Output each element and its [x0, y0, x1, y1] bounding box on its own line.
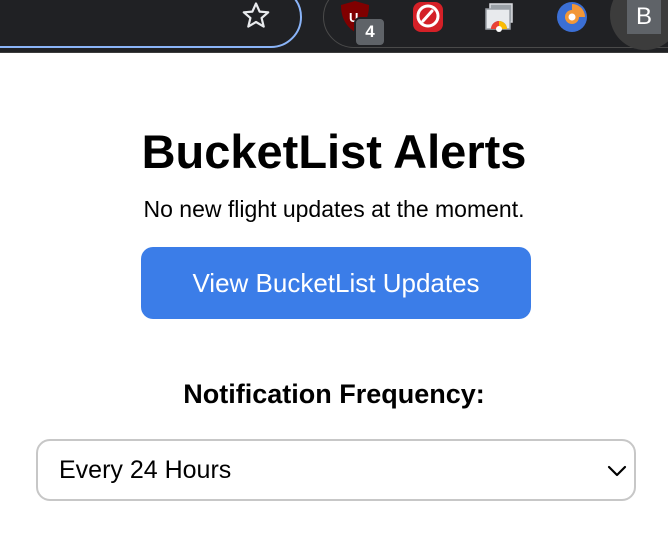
popup-title: BucketList Alerts: [141, 125, 527, 178]
bookmark-star-icon[interactable]: [240, 0, 272, 32]
view-updates-button[interactable]: View BucketList Updates: [141, 247, 531, 319]
red-extension-icon[interactable]: [411, 0, 445, 34]
profile-avatar[interactable]: B: [627, 0, 661, 34]
chevron-down-icon: [606, 460, 628, 482]
frequency-select[interactable]: Every 24 Hours: [36, 439, 636, 501]
status-message: No new flight updates at the moment.: [143, 196, 525, 222]
chrome-window-icon[interactable]: [482, 0, 516, 34]
extension-badge-count: 4: [354, 17, 386, 47]
blue-orange-extension-icon[interactable]: [555, 0, 589, 34]
browser-toolbar: U 4 B: [0, 0, 668, 53]
frequency-selected-value: Every 24 Hours: [59, 456, 232, 484]
frequency-label: Notification Frequency:: [183, 379, 485, 409]
extension-popup: BucketList Alerts No new flight updates …: [0, 53, 668, 534]
